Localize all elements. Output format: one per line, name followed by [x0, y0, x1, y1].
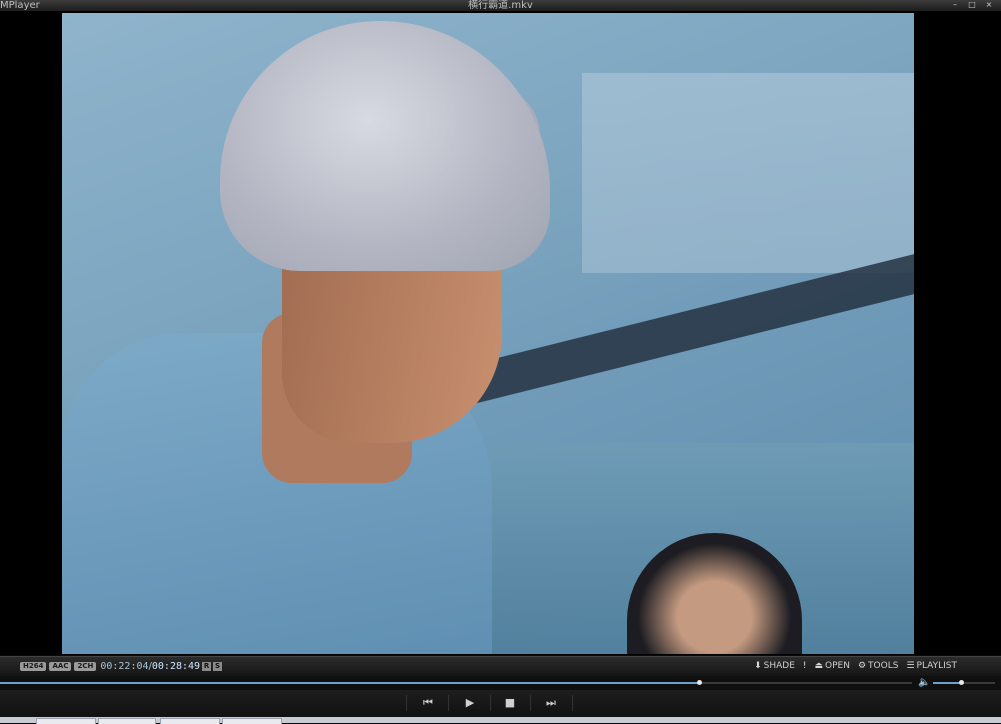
toolbar-right: ⬇ SHADE ! ⏏ OPEN ⚙ TOOLS ☰ PLAYLIST: [754, 657, 1001, 676]
window-controls: – □ ×: [949, 1, 995, 9]
eject-icon: ⏏: [814, 661, 824, 671]
transport-controls: ⏮ ▶ ■ ⏭: [0, 690, 1001, 717]
seek-bar[interactable]: [0, 680, 912, 685]
playlist-label: PLAYLIST: [916, 661, 957, 671]
skip-forward-icon: ⏭: [546, 696, 556, 709]
video-codec-badge: H264: [20, 662, 47, 671]
person-hair: [220, 21, 550, 271]
taskbar-tab[interactable]: [36, 718, 96, 724]
audio-codec-badge: AAC: [49, 662, 72, 671]
separator: [448, 695, 449, 711]
shade-button[interactable]: ⬇ SHADE: [754, 657, 795, 676]
separator: [572, 695, 573, 711]
volume-icon[interactable]: 🔈: [918, 677, 930, 688]
open-button[interactable]: ⏏ OPEN: [815, 657, 850, 676]
seek-row: 🔈: [0, 676, 1001, 690]
info-button[interactable]: !: [803, 657, 807, 676]
status-bar: H264 AAC 2CH 00:22:04 / 00:28:49 R S ⬇ S…: [0, 656, 1001, 676]
volume-level: [933, 682, 961, 684]
seek-progress: [0, 682, 699, 684]
volume-slider[interactable]: [933, 680, 995, 685]
open-label: OPEN: [825, 661, 850, 671]
taskbar-tab[interactable]: [98, 718, 156, 724]
background-beam: [442, 254, 914, 412]
stop-icon: ■: [504, 696, 516, 709]
tools-label: TOOLS: [868, 661, 899, 671]
next-button[interactable]: ⏭: [531, 694, 571, 712]
separator: [406, 695, 407, 711]
list-icon: ☰: [906, 661, 915, 671]
taskbar-tab[interactable]: [222, 718, 282, 724]
minimize-button[interactable]: –: [949, 1, 961, 9]
window-title: 横行霸道.mkv: [468, 0, 533, 11]
repeat-badge[interactable]: R: [202, 662, 212, 671]
background-window: [582, 73, 914, 273]
seek-handle[interactable]: [696, 680, 702, 685]
taskbar-edge: [0, 717, 1001, 724]
shade-label: SHADE: [763, 661, 795, 671]
exclamation-icon: !: [802, 661, 807, 671]
playlist-button[interactable]: ☰ PLAYLIST: [906, 657, 957, 676]
download-icon: ⬇: [754, 661, 762, 671]
taskbar-tab[interactable]: [160, 718, 220, 724]
maximize-button[interactable]: □: [966, 1, 978, 9]
video-frame: [62, 13, 914, 654]
shuffle-badge[interactable]: S: [213, 662, 223, 671]
play-button[interactable]: ▶: [450, 694, 490, 712]
close-button[interactable]: ×: [983, 1, 995, 9]
time-total: 00:28:49: [151, 661, 201, 672]
title-bar: MPlayer 横行霸道.mkv – □ ×: [0, 0, 1001, 12]
time-current: 00:22:04: [100, 661, 149, 672]
skip-back-icon: ⏮: [423, 696, 433, 709]
channels-badge: 2CH: [74, 662, 97, 671]
play-icon: ▶: [465, 696, 475, 709]
previous-button[interactable]: ⏮: [408, 694, 448, 712]
volume-handle[interactable]: [958, 680, 964, 685]
stop-button[interactable]: ■: [490, 694, 530, 712]
gear-icon: ⚙: [857, 661, 867, 671]
tools-button[interactable]: ⚙ TOOLS: [858, 657, 898, 676]
video-area[interactable]: [0, 12, 1001, 655]
